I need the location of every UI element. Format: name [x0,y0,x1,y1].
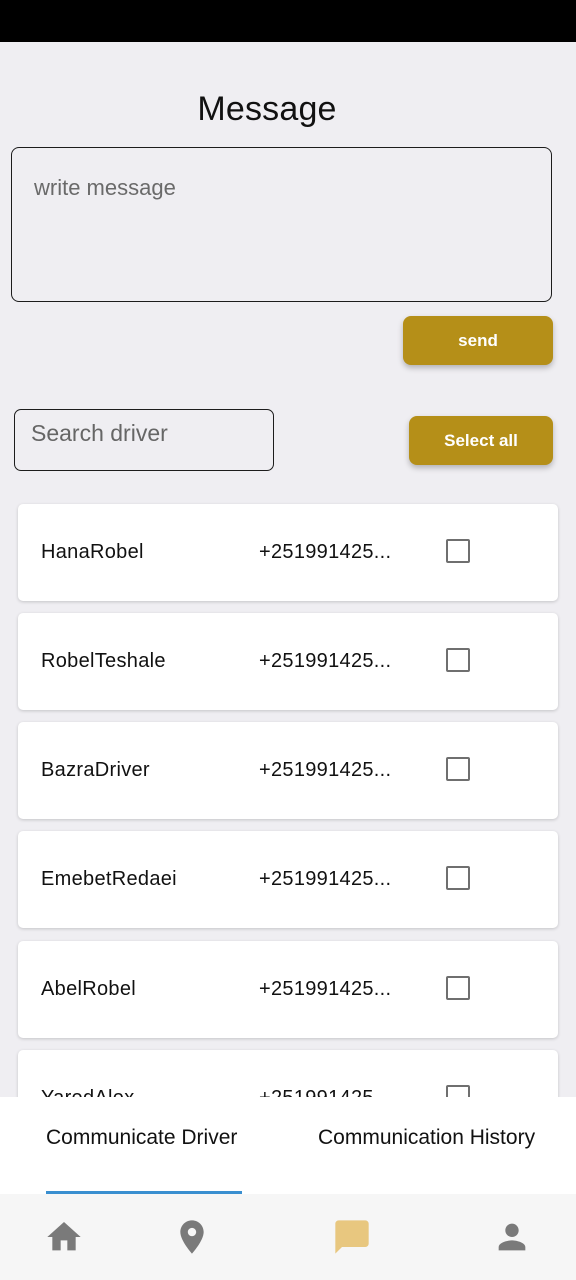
driver-phone: +251991425... [259,541,392,563]
driver-card[interactable]: YaredAlex +251991425... [18,1050,558,1097]
nav-location[interactable] [160,1194,224,1280]
driver-name: HanaRobel [41,541,144,563]
status-bar [0,0,576,42]
driver-card[interactable]: RobelTeshale +251991425... [18,613,558,710]
driver-phone: +251991425... [259,650,392,672]
tab-communication-history[interactable]: Communication History [318,1097,535,1194]
driver-name: AbelRobel [41,978,136,1000]
message-input-placeholder: write message [34,175,176,200]
search-driver-input[interactable]: Search driver [14,409,274,471]
driver-phone: +251991425... [259,978,392,1000]
driver-phone: +251991425... [259,1050,407,1097]
driver-phone: +251991425... [259,759,392,781]
driver-name: YaredAlex [41,1050,135,1097]
driver-card[interactable]: EmebetRedaei +251991425... [18,831,558,928]
driver-checkbox[interactable] [446,976,470,1000]
tab-communicate-driver[interactable]: Communicate Driver [46,1097,237,1194]
driver-name: RobelTeshale [41,650,166,672]
nav-profile[interactable] [480,1194,544,1280]
nav-messages[interactable] [320,1194,384,1280]
nav-home[interactable] [32,1194,96,1280]
bottom-navigation [0,1194,576,1280]
location-pin-icon [180,1220,204,1254]
driver-name: BazraDriver [41,759,150,781]
chat-icon [335,1220,369,1254]
driver-card[interactable]: HanaRobel +251991425... [18,504,558,601]
driver-name: EmebetRedaei [41,868,177,890]
driver-checkbox[interactable] [446,866,470,890]
driver-card[interactable]: AbelRobel +251991425... [18,941,558,1038]
driver-checkbox[interactable] [446,539,470,563]
driver-checkbox[interactable] [446,648,470,672]
message-input[interactable]: write message [11,147,552,302]
send-button[interactable]: send [403,316,553,365]
driver-checkbox[interactable] [446,757,470,781]
driver-phone: +251991425... [259,868,392,890]
driver-checkbox[interactable] [446,1085,470,1097]
tab-bar: Communicate Driver Communication History [0,1097,576,1194]
page-title: Message [197,90,337,128]
driver-list[interactable]: HanaRobel +251991425... RobelTeshale +25… [0,495,576,1097]
home-icon [47,1222,81,1251]
select-all-button[interactable]: Select all [409,416,553,465]
driver-card[interactable]: BazraDriver +251991425... [18,722,558,819]
person-icon [498,1223,526,1251]
search-driver-placeholder: Search driver [31,420,168,446]
